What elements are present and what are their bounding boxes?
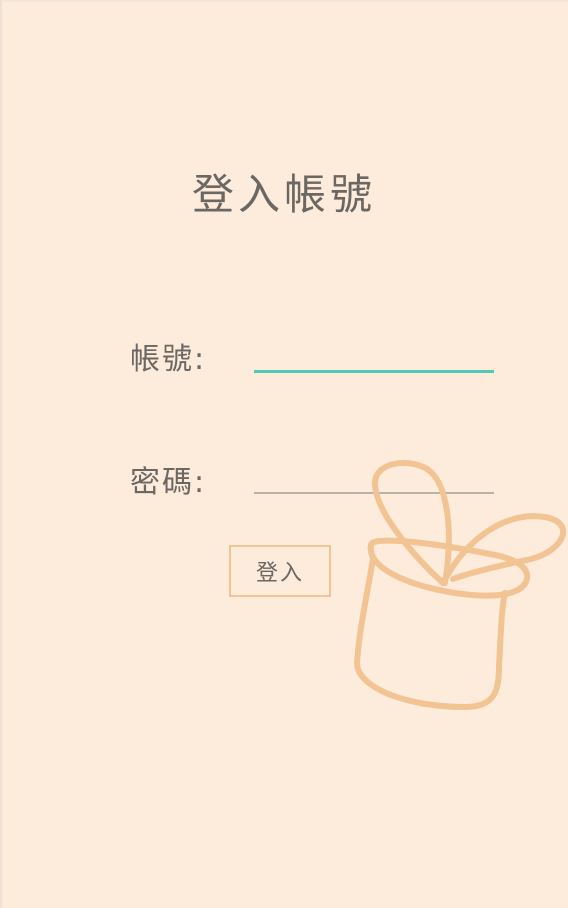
login-screen: 登入帳號 帳號: 密碼: 登入 [0, 0, 568, 908]
page-title: 登入帳號 [191, 170, 376, 219]
top-edge [0, 0, 568, 2]
left-edge [0, 0, 2, 908]
account-input[interactable] [254, 336, 494, 373]
account-label: 帳號: [130, 342, 207, 377]
password-label: 密碼: [130, 465, 207, 500]
potted-plant-icon [354, 459, 567, 710]
login-button[interactable]: 登入 [229, 545, 331, 597]
